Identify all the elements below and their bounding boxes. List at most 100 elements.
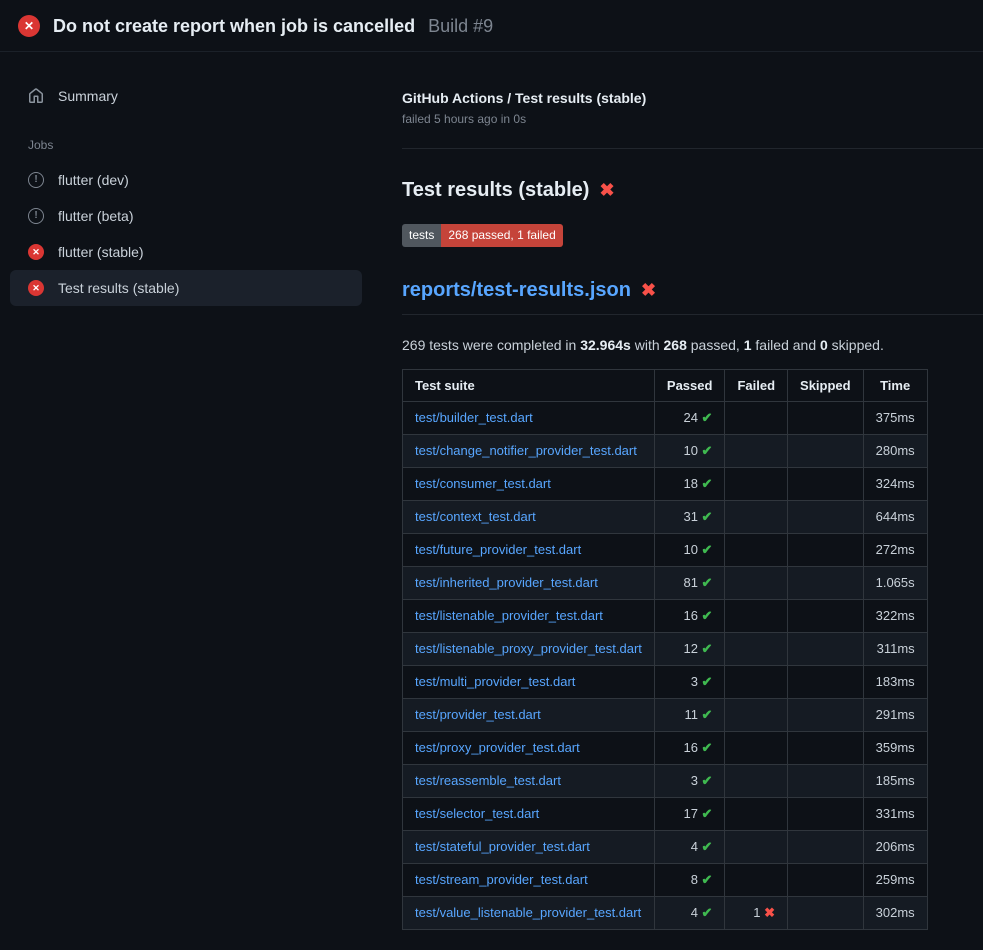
test-suite-link[interactable]: test/reassemble_test.dart — [415, 773, 561, 788]
table-row: test/future_provider_test.dart10 ✔272ms — [403, 533, 928, 566]
test-suite-link[interactable]: test/future_provider_test.dart — [415, 542, 581, 557]
section-heading: Test results (stable) ✖ — [402, 179, 953, 202]
time-cell: 331ms — [863, 797, 927, 830]
sidebar-item-job[interactable]: ✕Test results (stable) — [10, 270, 362, 306]
badge-value: 268 passed, 1 failed — [441, 224, 562, 247]
skipped-cell — [788, 533, 864, 566]
time-cell: 311ms — [863, 632, 927, 665]
test-suite-link[interactable]: test/stateful_provider_test.dart — [415, 839, 590, 854]
suite-cell: test/stream_provider_test.dart — [403, 863, 655, 896]
passed-cell: 8 ✔ — [654, 863, 725, 896]
failed-cell: 1 ✖ — [725, 896, 788, 929]
test-suite-link[interactable]: test/multi_provider_test.dart — [415, 674, 575, 689]
passed-cell: 16 ✔ — [654, 731, 725, 764]
failed-x-icon: ✖ — [599, 180, 614, 201]
failed-cell — [725, 566, 788, 599]
table-row: test/proxy_provider_test.dart16 ✔359ms — [403, 731, 928, 764]
check-icon: ✔ — [702, 509, 713, 524]
test-suite-link[interactable]: test/selector_test.dart — [415, 806, 539, 821]
sidebar-item-job[interactable]: ✕ flutter (stable) — [10, 234, 362, 270]
summary-line: 269 tests were completed in 32.964s with… — [402, 337, 953, 353]
suite-cell: test/listenable_provider_test.dart — [403, 599, 655, 632]
skipped-cell — [788, 566, 864, 599]
job-label: flutter (stable) — [58, 244, 144, 260]
passed-cell: 24 ✔ — [654, 401, 725, 434]
table-row: test/multi_provider_test.dart3 ✔183ms — [403, 665, 928, 698]
results-table-head: Test suite Passed Failed Skipped Time — [403, 369, 928, 401]
time-cell: 1.065s — [863, 566, 927, 599]
test-suite-link[interactable]: test/stream_provider_test.dart — [415, 872, 588, 887]
time-cell: 259ms — [863, 863, 927, 896]
suite-cell: test/proxy_provider_test.dart — [403, 731, 655, 764]
table-row: test/context_test.dart31 ✔644ms — [403, 500, 928, 533]
suite-cell: test/context_test.dart — [403, 500, 655, 533]
table-row: test/inherited_provider_test.dart81 ✔1.0… — [403, 566, 928, 599]
check-icon: ✔ — [702, 608, 713, 623]
time-cell: 183ms — [863, 665, 927, 698]
section-title: Test results (stable) — [402, 179, 589, 202]
failed-cell — [725, 434, 788, 467]
check-icon: ✔ — [702, 674, 713, 689]
table-row: test/value_listenable_provider_test.dart… — [403, 896, 928, 929]
badge-label: tests — [402, 224, 441, 247]
failed-cell — [725, 797, 788, 830]
skipped-cell — [788, 764, 864, 797]
passed-cell: 4 ✔ — [654, 896, 725, 929]
check-icon: ✔ — [702, 905, 713, 920]
time-cell: 375ms — [863, 401, 927, 434]
check-icon: ✔ — [702, 806, 713, 821]
suite-cell: test/multi_provider_test.dart — [403, 665, 655, 698]
skipped-cell — [788, 467, 864, 500]
test-suite-link[interactable]: test/listenable_proxy_provider_test.dart — [415, 641, 642, 656]
table-row: test/reassemble_test.dart3 ✔185ms — [403, 764, 928, 797]
job-label: flutter (beta) — [58, 208, 133, 224]
table-row: test/listenable_provider_test.dart16 ✔32… — [403, 599, 928, 632]
check-icon: ✔ — [702, 773, 713, 788]
table-row: test/change_notifier_provider_test.dart1… — [403, 434, 928, 467]
check-icon: ✔ — [702, 839, 713, 854]
sidebar: Summary Jobs !flutter (dev)!flutter (bet… — [0, 52, 372, 306]
passed-cell: 12 ✔ — [654, 632, 725, 665]
test-suite-link[interactable]: test/change_notifier_provider_test.dart — [415, 443, 637, 458]
test-suite-link[interactable]: test/proxy_provider_test.dart — [415, 740, 580, 755]
table-row: test/builder_test.dart 24 ✔ 375ms — [403, 401, 928, 434]
suite-cell: test/listenable_proxy_provider_test.dart — [403, 632, 655, 665]
suite-cell: test/future_provider_test.dart — [403, 533, 655, 566]
failed-status-icon: ✕ — [28, 244, 44, 260]
skipped-cell — [788, 599, 864, 632]
report-file-link[interactable]: reports/test-results.json — [402, 279, 631, 302]
failed-cell — [725, 665, 788, 698]
failed-cell — [725, 401, 788, 434]
time-cell: 280ms — [863, 434, 927, 467]
table-row: test/listenable_proxy_provider_test.dart… — [403, 632, 928, 665]
test-suite-link[interactable]: test/builder_test.dart — [415, 410, 533, 425]
test-suite-link[interactable]: test/inherited_provider_test.dart — [415, 575, 598, 590]
test-suite-link[interactable]: test/listenable_provider_test.dart — [415, 608, 603, 623]
check-icon: ✔ — [702, 542, 713, 557]
report-heading: reports/test-results.json ✖ — [402, 279, 983, 315]
suite-cell: test/builder_test.dart — [403, 401, 655, 434]
test-suite-link[interactable]: test/provider_test.dart — [415, 707, 541, 722]
table-row: test/consumer_test.dart18 ✔324ms — [403, 467, 928, 500]
check-icon: ✔ — [702, 740, 713, 755]
suite-cell: test/value_listenable_provider_test.dart — [403, 896, 655, 929]
test-suite-link[interactable]: test/value_listenable_provider_test.dart — [415, 905, 641, 920]
job-label: flutter (dev) — [58, 172, 129, 188]
table-row: test/stateful_provider_test.dart4 ✔206ms — [403, 830, 928, 863]
sidebar-item-job[interactable]: !flutter (dev) — [10, 162, 362, 198]
skipped-cell — [788, 731, 864, 764]
passed-cell: 16 ✔ — [654, 599, 725, 632]
sidebar-item-summary[interactable]: Summary — [10, 78, 362, 114]
sidebar-item-job[interactable]: ! flutter (beta) — [10, 198, 362, 234]
failed-cell — [725, 467, 788, 500]
results-table-body: test/builder_test.dart24 ✔375mstest/chan… — [403, 401, 928, 929]
warning-status-icon: ! — [28, 208, 44, 224]
skipped-cell — [788, 896, 864, 929]
skipped-cell — [788, 632, 864, 665]
failed-status-icon: ✕ — [18, 15, 40, 37]
time-cell: 185ms — [863, 764, 927, 797]
time-cell: 302ms — [863, 896, 927, 929]
test-suite-link[interactable]: test/context_test.dart — [415, 509, 536, 524]
skipped-cell — [788, 863, 864, 896]
test-suite-link[interactable]: test/consumer_test.dart — [415, 476, 551, 491]
